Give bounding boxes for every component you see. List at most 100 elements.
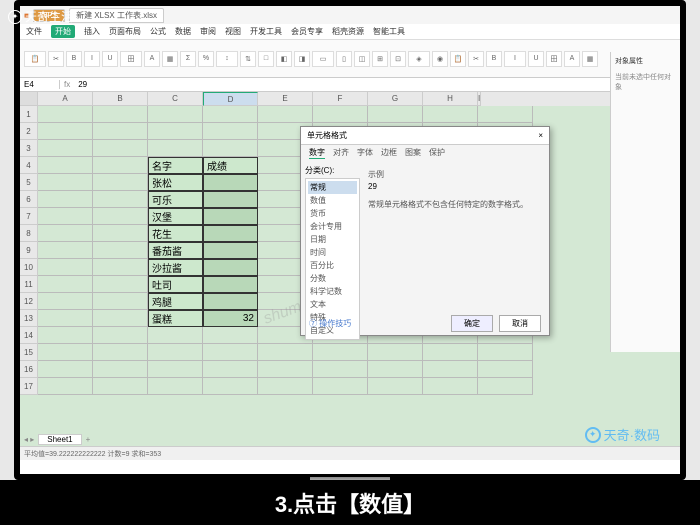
col-header[interactable]: I <box>478 92 481 106</box>
dialog-tab[interactable]: 边框 <box>381 147 397 159</box>
col-header[interactable]: G <box>368 92 423 106</box>
fx-value[interactable]: 29 <box>74 80 91 89</box>
menu-item[interactable]: 会员专享 <box>291 26 323 37</box>
cell[interactable] <box>258 378 313 395</box>
col-header[interactable]: F <box>313 92 368 106</box>
row-header[interactable]: 9 <box>20 242 38 259</box>
cell[interactable] <box>313 361 368 378</box>
cell[interactable]: 花生 <box>148 225 203 242</box>
cell[interactable] <box>148 378 203 395</box>
cell[interactable]: 蛋糕 <box>148 310 203 327</box>
doc-tab[interactable]: 新建 XLSX 工作表.xlsx <box>69 8 164 23</box>
cell[interactable] <box>423 106 478 123</box>
cell[interactable] <box>38 344 93 361</box>
cell[interactable] <box>258 106 313 123</box>
cell[interactable] <box>313 106 368 123</box>
menu-item[interactable]: 审阅 <box>200 26 216 37</box>
dialog-tab[interactable]: 对齐 <box>333 147 349 159</box>
row-header[interactable]: 12 <box>20 293 38 310</box>
cell[interactable] <box>38 174 93 191</box>
category-item[interactable]: 科学记数 <box>308 285 357 298</box>
col-header[interactable]: D <box>203 92 258 106</box>
cell[interactable] <box>313 378 368 395</box>
cancel-button[interactable]: 取消 <box>499 315 541 332</box>
ribbon-button[interactable]: ◨ <box>294 51 310 67</box>
cell[interactable] <box>93 140 148 157</box>
row-header[interactable]: 15 <box>20 344 38 361</box>
ribbon-button[interactable]: ▦ <box>162 51 178 67</box>
cell[interactable] <box>93 123 148 140</box>
cell[interactable] <box>423 344 478 361</box>
cell[interactable] <box>203 276 258 293</box>
cell[interactable] <box>148 106 203 123</box>
menu-item[interactable]: 开发工具 <box>250 26 282 37</box>
ribbon-button[interactable]: ⇅ <box>240 51 256 67</box>
cell[interactable] <box>148 361 203 378</box>
category-item[interactable]: 数值 <box>308 194 357 207</box>
category-item[interactable]: 分数 <box>308 272 357 285</box>
row-header[interactable]: 10 <box>20 259 38 276</box>
ribbon-button[interactable]: □ <box>258 51 274 67</box>
cell[interactable]: 可乐 <box>148 191 203 208</box>
dialog-tab[interactable]: 字体 <box>357 147 373 159</box>
cell[interactable] <box>368 344 423 361</box>
cell[interactable] <box>93 208 148 225</box>
cell[interactable] <box>368 361 423 378</box>
cell[interactable] <box>93 344 148 361</box>
cell[interactable]: 鸡腿 <box>148 293 203 310</box>
col-header[interactable]: C <box>148 92 203 106</box>
close-icon[interactable]: × <box>538 131 543 140</box>
cell[interactable] <box>93 310 148 327</box>
row-header[interactable]: 8 <box>20 225 38 242</box>
row-header[interactable]: 4 <box>20 157 38 174</box>
fx-icon[interactable]: fx <box>60 80 74 89</box>
ribbon-button[interactable]: ◫ <box>354 51 370 67</box>
cell[interactable] <box>423 361 478 378</box>
cell[interactable] <box>93 191 148 208</box>
menu-item[interactable]: 公式 <box>150 26 166 37</box>
cell[interactable] <box>38 242 93 259</box>
row-header[interactable]: 17 <box>20 378 38 395</box>
cell[interactable] <box>478 361 533 378</box>
cell[interactable] <box>203 259 258 276</box>
menu-item[interactable]: 文件 <box>26 26 42 37</box>
cell[interactable] <box>368 378 423 395</box>
cell[interactable] <box>38 361 93 378</box>
row-header[interactable]: 7 <box>20 208 38 225</box>
cell[interactable] <box>38 293 93 310</box>
cell-ref[interactable]: E4 <box>20 80 60 89</box>
menu-item[interactable]: 智能工具 <box>373 26 405 37</box>
cell[interactable] <box>93 225 148 242</box>
ribbon-button[interactable]: I <box>504 51 526 67</box>
category-item[interactable]: 货币 <box>308 207 357 220</box>
menu-item[interactable]: 插入 <box>84 26 100 37</box>
cell[interactable]: 沙拉酱 <box>148 259 203 276</box>
ribbon-button[interactable]: B <box>486 51 502 67</box>
ribbon-button[interactable]: ▯ <box>336 51 352 67</box>
ribbon-button[interactable]: U <box>102 51 118 67</box>
category-item[interactable]: 日期 <box>308 233 357 246</box>
cell[interactable] <box>38 157 93 174</box>
cell[interactable] <box>38 327 93 344</box>
menu-item[interactable]: 稻壳资源 <box>332 26 364 37</box>
cell[interactable] <box>93 327 148 344</box>
cell[interactable] <box>203 191 258 208</box>
menu-item[interactable]: 开始 <box>51 25 75 38</box>
cell[interactable] <box>148 327 203 344</box>
cell[interactable] <box>203 225 258 242</box>
row-header[interactable]: 6 <box>20 191 38 208</box>
ribbon-button[interactable]: 📋 <box>450 51 466 67</box>
cell[interactable] <box>148 140 203 157</box>
row-header[interactable]: 3 <box>20 140 38 157</box>
cell[interactable] <box>203 140 258 157</box>
cell[interactable] <box>93 174 148 191</box>
col-header[interactable]: E <box>258 92 313 106</box>
cell[interactable] <box>38 106 93 123</box>
menu-item[interactable]: 页面布局 <box>109 26 141 37</box>
ribbon-button[interactable]: ✂ <box>468 51 484 67</box>
cell[interactable] <box>38 225 93 242</box>
ribbon-button[interactable]: 田 <box>546 51 562 67</box>
cell[interactable] <box>93 106 148 123</box>
ribbon-button[interactable]: % <box>198 51 214 67</box>
cell[interactable] <box>203 378 258 395</box>
